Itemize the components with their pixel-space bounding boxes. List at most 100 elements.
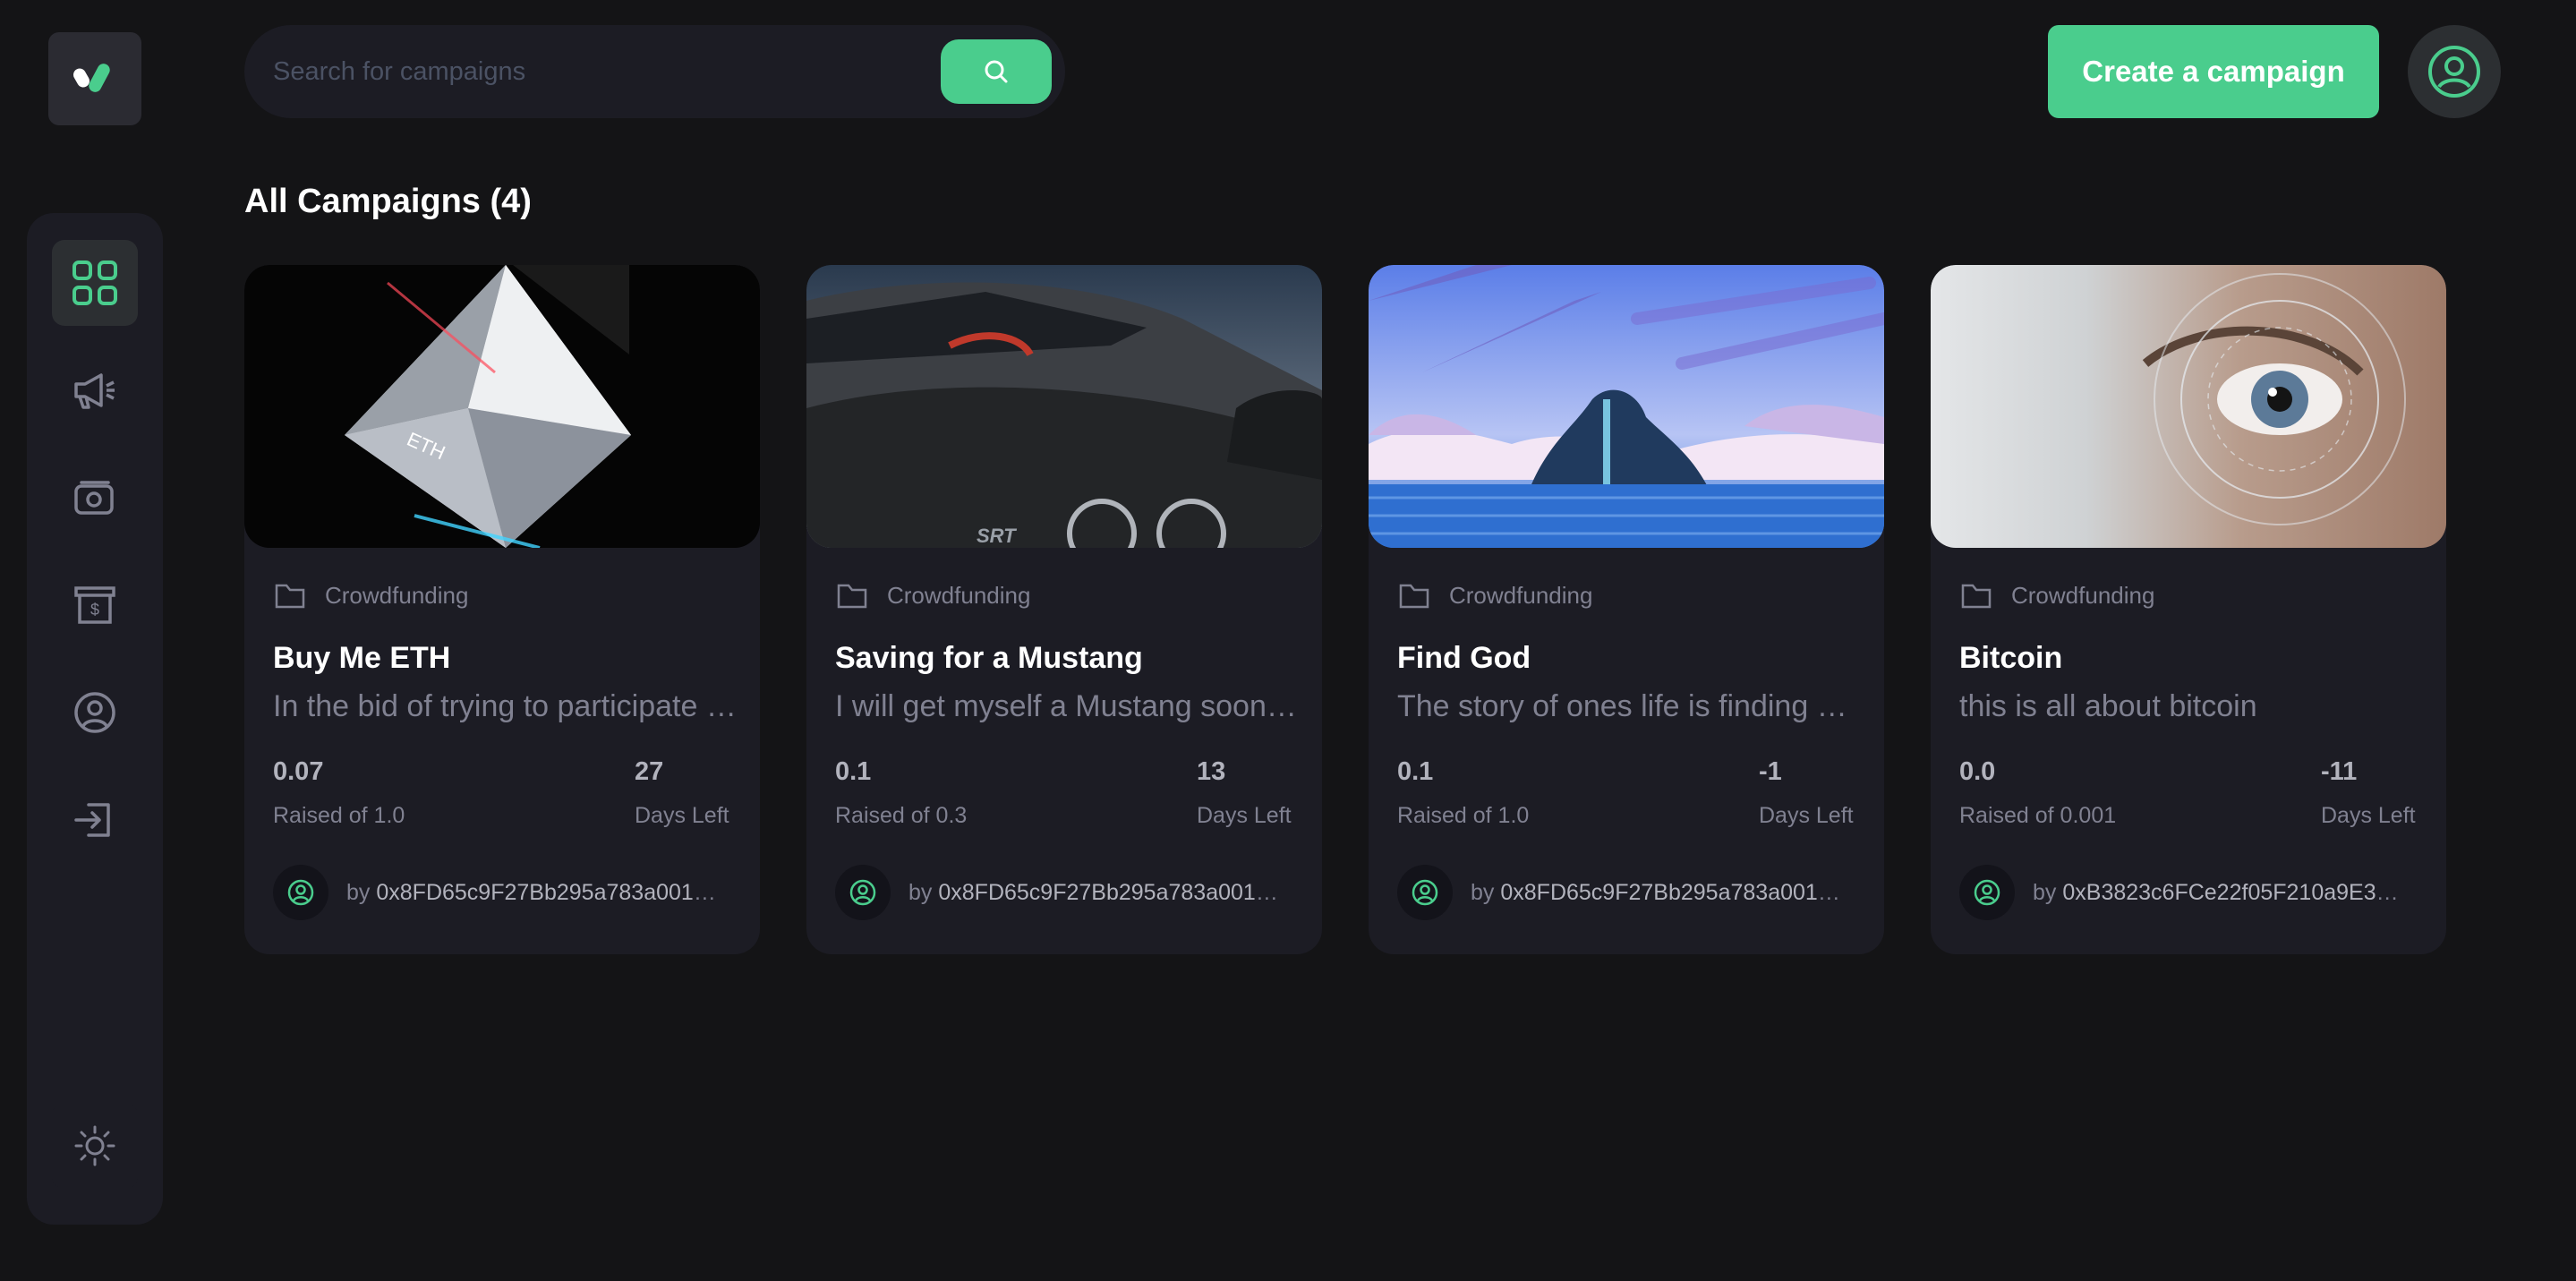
user-icon xyxy=(2428,46,2480,98)
days-label: Days Left xyxy=(635,803,729,828)
raised-stat: 0.07 Raised of 1.0 xyxy=(273,757,405,829)
nav-campaign[interactable] xyxy=(52,347,138,433)
owner-avatar xyxy=(1959,865,2015,920)
folder-icon xyxy=(275,584,305,609)
owner-text: by 0x8FD65c9F27Bb295a783a00157... xyxy=(346,880,722,906)
dashboard-icon xyxy=(73,260,117,305)
campaign-icon xyxy=(74,373,115,409)
logout-icon xyxy=(74,803,110,837)
folder-icon xyxy=(1399,584,1429,609)
by-label: by xyxy=(908,879,933,905)
raised-label: Raised of 1.0 xyxy=(273,803,405,828)
withdraw-icon: $ xyxy=(74,586,115,624)
profile-icon xyxy=(74,692,115,733)
campaign-owner: by 0x8FD65c9F27Bb295a783a00157... xyxy=(1397,865,1863,920)
campaign-image xyxy=(1369,265,1884,548)
category-label: Crowdfunding xyxy=(325,581,469,609)
owner-text: by 0xB3823c6FCe22f05F210a9E366F... xyxy=(2033,880,2409,906)
campaign-image: SRT xyxy=(806,265,1322,548)
days-stat: -11 Days Left xyxy=(2321,757,2416,829)
days-label: Days Left xyxy=(2321,803,2416,828)
days-stat: -1 Days Left xyxy=(1759,757,1854,829)
campaign-title: Bitcoin xyxy=(1959,641,2063,675)
campaign-description: In the bid of trying to participate in t… xyxy=(273,689,738,723)
folder-icon xyxy=(1961,584,1992,609)
campaign-image: ETH xyxy=(244,265,760,548)
raised-value: 0.1 xyxy=(1397,757,1434,786)
campaign-title: Find God xyxy=(1397,641,1531,675)
days-value: 27 xyxy=(635,757,664,786)
campaign-title: Saving for a Mustang xyxy=(835,641,1143,675)
owner-address: 0xB3823c6FCe22f05F210a9E366F... xyxy=(2062,879,2409,905)
campaign-title: Buy Me ETH xyxy=(273,641,451,675)
raised-label: Raised of 0.3 xyxy=(835,803,968,828)
by-label: by xyxy=(2033,879,2057,905)
raised-stat: 0.1 Raised of 1.0 xyxy=(1397,757,1529,829)
app-logo[interactable] xyxy=(48,32,141,125)
owner-avatar xyxy=(835,865,891,920)
campaign-owner: by 0xB3823c6FCe22f05F210a9E366F... xyxy=(1959,865,2425,920)
campaign-owner: by 0x8FD65c9F27Bb295a783a00157... xyxy=(273,865,738,920)
days-value: -1 xyxy=(1759,757,1782,786)
user-icon xyxy=(1974,879,2000,906)
nav-payment[interactable] xyxy=(52,455,138,541)
campaign-card[interactable]: ETH Crowdfunding Buy Me ETH In the bid o… xyxy=(244,265,760,954)
category-label: Crowdfunding xyxy=(1449,581,1593,609)
raised-value: 0.07 xyxy=(273,757,324,786)
owner-address: 0x8FD65c9F27Bb295a783a00157... xyxy=(1500,879,1847,905)
days-value: -11 xyxy=(2321,757,2358,786)
raised-value: 0.0 xyxy=(1959,757,1996,786)
category-label: Crowdfunding xyxy=(2011,581,2155,609)
user-icon xyxy=(849,879,876,906)
sun-icon xyxy=(74,1125,115,1166)
raised-label: Raised of 0.001 xyxy=(1959,803,2117,828)
raised-value: 0.1 xyxy=(835,757,872,786)
category: Crowdfunding xyxy=(1959,578,2154,612)
campaign-description: this is all about bitcoin xyxy=(1959,689,2257,723)
owner-avatar xyxy=(273,865,328,920)
campaign-card[interactable]: SRT Crowdfunding Saving for a Mustang I … xyxy=(806,265,1322,954)
campaign-image xyxy=(1931,265,2446,548)
search-input[interactable] xyxy=(273,45,882,98)
search-button[interactable] xyxy=(941,39,1052,104)
search-bar xyxy=(244,25,1065,118)
search-icon xyxy=(985,60,1008,83)
owner-address: 0x8FD65c9F27Bb295a783a00157... xyxy=(938,879,1284,905)
category: Crowdfunding xyxy=(273,578,468,612)
create-campaign-button[interactable]: Create a campaign xyxy=(2048,25,2379,118)
svg-text:$: $ xyxy=(90,601,99,619)
user-icon xyxy=(287,879,314,906)
nav-withdraw[interactable]: $ xyxy=(52,562,138,648)
owner-address: 0x8FD65c9F27Bb295a783a00157... xyxy=(376,879,722,905)
theme-toggle[interactable] xyxy=(52,1103,138,1189)
by-label: by xyxy=(346,879,371,905)
nav-logout[interactable] xyxy=(52,777,138,863)
campaign-owner: by 0x8FD65c9F27Bb295a783a00157... xyxy=(835,865,1301,920)
folder-icon xyxy=(837,584,867,609)
nav-profile[interactable] xyxy=(52,670,138,756)
profile-button[interactable] xyxy=(2408,25,2501,118)
owner-avatar xyxy=(1397,865,1453,920)
page-title: All Campaigns (4) xyxy=(244,183,532,220)
owner-text: by 0x8FD65c9F27Bb295a783a00157... xyxy=(908,880,1284,906)
category: Crowdfunding xyxy=(835,578,1030,612)
by-label: by xyxy=(1471,879,1495,905)
owner-text: by 0x8FD65c9F27Bb295a783a00157... xyxy=(1471,880,1847,906)
days-value: 13 xyxy=(1197,757,1226,786)
days-label: Days Left xyxy=(1197,803,1292,828)
raised-stat: 0.0 Raised of 0.001 xyxy=(1959,757,2116,829)
campaign-description: I will get myself a Mustang soon enough xyxy=(835,689,1301,723)
nav-dashboard[interactable] xyxy=(52,240,138,326)
days-stat: 27 Days Left xyxy=(635,757,729,829)
sidebar: $ xyxy=(27,213,163,1225)
raised-stat: 0.1 Raised of 0.3 xyxy=(835,757,967,829)
days-label: Days Left xyxy=(1759,803,1854,828)
days-stat: 13 Days Left xyxy=(1197,757,1292,829)
logo-icon xyxy=(73,64,110,92)
category: Crowdfunding xyxy=(1397,578,1592,612)
campaign-card[interactable]: Crowdfunding Find God The story of ones … xyxy=(1369,265,1884,954)
category-label: Crowdfunding xyxy=(887,581,1031,609)
user-icon xyxy=(1412,879,1438,906)
payment-icon xyxy=(74,481,114,515)
campaign-card[interactable]: Crowdfunding Bitcoin this is all about b… xyxy=(1931,265,2446,954)
